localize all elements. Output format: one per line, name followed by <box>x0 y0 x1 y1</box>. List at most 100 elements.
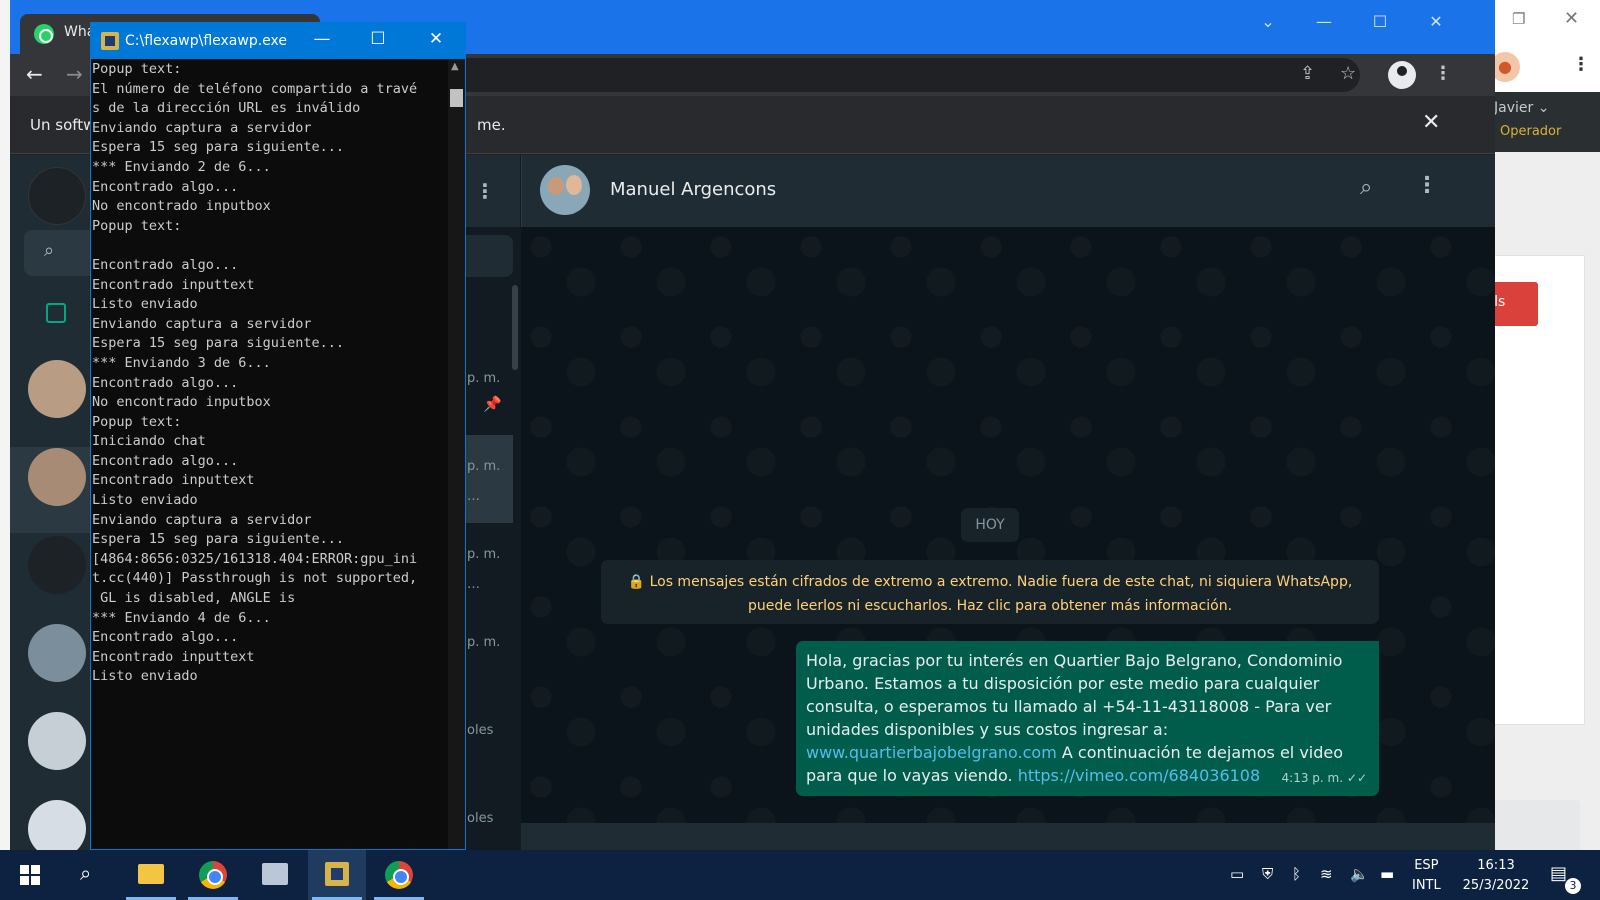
infobar-text-start: Un softw <box>30 116 96 134</box>
search-box-edge[interactable] <box>465 235 513 277</box>
search-chats-box[interactable]: ⌕ <box>24 230 94 276</box>
chat-time: p. m. <box>467 547 501 562</box>
tab-search-chevron-icon[interactable]: ⌄ <box>1253 12 1283 31</box>
vimeo-link[interactable]: https://vimeo.com/684036108 <box>1018 766 1260 785</box>
message-composer[interactable] <box>521 823 1495 850</box>
whatsapp-icon <box>34 24 54 44</box>
taskbar-flexawp[interactable] <box>308 850 366 900</box>
app-icon <box>101 32 119 50</box>
system-clock[interactable]: 16:13 25/3/2022 <box>1460 856 1532 896</box>
security-shield-icon[interactable]: ⛨ <box>1262 865 1273 883</box>
console-output: Popup text: El número de teléfono compart… <box>91 59 449 849</box>
user-role: Operador <box>1500 124 1562 139</box>
chrome-menu-kebab-icon[interactable]: ⋮ <box>1434 63 1452 84</box>
message-meta: 4:13 p. m. ✓✓ <box>1282 767 1367 790</box>
website-link[interactable]: www.quartierbajobelgrano.com <box>806 743 1057 762</box>
chat-time: oles <box>467 811 494 826</box>
console-line: GL is disabled, ANGLE is <box>92 590 296 607</box>
tablet-icon[interactable]: ▭ <box>1230 865 1244 883</box>
search-icon: ⌕ <box>44 240 55 261</box>
keyboard-layout: INTL <box>1412 878 1441 893</box>
chrome-icon <box>385 861 413 889</box>
maximize-icon[interactable]: ☐ <box>1365 12 1395 31</box>
message-time: 4:13 p. m. <box>1281 771 1344 785</box>
notifications-icon[interactable]: ▤ <box>1550 863 1567 884</box>
encryption-notice[interactable]: 🔒 Los mensajes están cifrados de extremo… <box>601 560 1379 624</box>
chat-avatar[interactable] <box>28 536 86 594</box>
date-chip: HOY <box>961 508 1019 542</box>
search-icon[interactable]: ⌕ <box>1360 175 1372 200</box>
chat-avatar[interactable] <box>28 712 86 770</box>
infobar-close-icon[interactable]: ✕ <box>1422 110 1440 135</box>
close-icon[interactable]: ✕ <box>421 29 451 49</box>
chat-list-scrollbar[interactable] <box>512 285 518 370</box>
chat-time: p. m. <box>467 635 501 650</box>
clock-date: 25/3/2022 <box>1462 878 1530 893</box>
console-line: Encontrado algo... <box>92 178 239 195</box>
console-window: C:\flexawp\flexawp.exe — ☐ ✕ Popup text:… <box>90 22 466 850</box>
flexa-logo-avatar[interactable] <box>28 167 86 225</box>
menu-kebab-icon[interactable]: ⋮ <box>1572 54 1590 75</box>
flexawp-icon <box>325 862 349 886</box>
search-icon[interactable]: ⌕ <box>80 861 91 885</box>
console-titlebar: C:\flexawp\flexawp.exe — ☐ ✕ <box>91 23 465 59</box>
console-line: Enviando captura a servidor <box>92 119 312 136</box>
bluetooth-icon[interactable]: ᛒ <box>1292 865 1301 883</box>
chat-list-avatars: ⌕ <box>10 155 94 858</box>
close-icon[interactable]: ✕ <box>1421 12 1451 31</box>
restore-icon[interactable]: ❐ <box>1512 10 1532 30</box>
chat-list-header: ⋮ <box>465 155 520 227</box>
battery-icon[interactable]: ▬ <box>1380 865 1394 883</box>
minimize-icon[interactable]: — <box>1309 12 1339 31</box>
console-line: Encontrado algo... <box>92 452 239 469</box>
taskbar-chrome-2[interactable] <box>370 850 428 900</box>
console-line: Listo enviado <box>92 668 198 685</box>
profile-icon[interactable] <box>1388 61 1416 89</box>
console-line: Encontrado inputtext <box>92 472 255 489</box>
chat-avatar[interactable] <box>28 624 86 682</box>
taskbar-app[interactable] <box>246 850 304 900</box>
contact-name[interactable]: Manuel Argencons <box>610 179 776 200</box>
wifi-icon[interactable]: ≋ <box>1320 865 1333 883</box>
console-scrollbar[interactable]: ▲ <box>448 59 465 849</box>
console-line: t.cc(440)] Passthrough is not supported, <box>92 570 418 587</box>
back-arrow-icon[interactable]: ← <box>26 62 43 86</box>
console-line: Encontrado algo... <box>92 374 239 391</box>
user-menu[interactable]: Javier ⌄ <box>1494 100 1549 116</box>
scroll-thumb[interactable] <box>450 89 463 107</box>
selected-chat-row[interactable] <box>465 435 513 523</box>
share-icon[interactable]: ⇪ <box>1300 63 1315 84</box>
console-line: Espera 15 seg para siguiente... <box>92 139 344 156</box>
notification-count-badge: 3 <box>1565 878 1581 894</box>
bookmark-star-icon[interactable]: ☆ <box>1340 63 1356 84</box>
console-line: Enviando captura a servidor <box>92 315 312 332</box>
close-icon[interactable]: ✕ <box>1564 8 1579 29</box>
contact-avatar[interactable] <box>540 165 590 215</box>
menu-kebab-icon[interactable]: ⋮ <box>475 179 495 203</box>
console-line: *** Enviando 3 de 6... <box>92 354 271 371</box>
chat-list-panel: ⋮ p. m. 📌 p. m. … p. m. … p. m. oles ole… <box>465 155 520 850</box>
taskbar-chrome[interactable] <box>184 850 242 900</box>
console-line: [4864:8656:0325/161318.404:ERROR:gpu_ini <box>92 550 418 567</box>
archive-icon[interactable] <box>46 303 66 323</box>
maximize-icon[interactable]: ☐ <box>363 29 393 49</box>
console-line: Listo enviado <box>92 492 198 509</box>
conversation-header: Manuel Argencons ⌕ ⋮ <box>521 155 1495 227</box>
scroll-up-icon[interactable]: ▲ <box>451 61 459 72</box>
volume-icon[interactable]: 🔈 <box>1350 865 1369 883</box>
start-button[interactable] <box>0 850 58 900</box>
minimize-icon[interactable]: — <box>307 29 337 49</box>
console-line: El número de teléfono compartido a travé <box>92 80 418 97</box>
taskbar-file-explorer[interactable] <box>122 850 180 900</box>
forward-arrow-icon[interactable]: → <box>66 62 83 86</box>
console-line: Enviando captura a servidor <box>92 511 312 528</box>
input-language[interactable]: ESP INTL <box>1412 856 1441 896</box>
chat-avatar[interactable] <box>28 360 86 418</box>
chat-avatar[interactable] <box>28 448 86 506</box>
pin-icon: 📌 <box>483 395 502 413</box>
console-line: No encontrado inputbox <box>92 394 271 411</box>
menu-kebab-icon[interactable]: ⋮ <box>1416 173 1438 198</box>
clock-time: 16:13 <box>1477 858 1515 873</box>
outgoing-message: Hola, gracias por tu interés en Quartier… <box>796 641 1379 796</box>
